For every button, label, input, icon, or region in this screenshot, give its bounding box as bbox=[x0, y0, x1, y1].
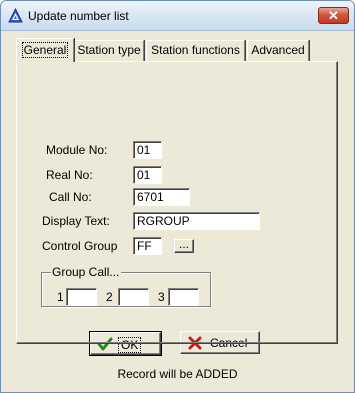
dialog-client: General Station type Station functions A… bbox=[4, 31, 351, 389]
close-icon: ✕ bbox=[328, 8, 339, 23]
group-call-legend: Group Call... bbox=[51, 265, 122, 279]
group-call-3-label: 3 bbox=[158, 290, 165, 304]
window-title: Update number list bbox=[28, 9, 129, 23]
tab-station-functions[interactable]: Station functions bbox=[146, 40, 245, 61]
call-no-field[interactable]: 6701 bbox=[133, 188, 190, 206]
control-group-browse-button[interactable]: ... bbox=[174, 238, 194, 253]
close-button[interactable]: ✕ bbox=[318, 7, 349, 24]
title-bar[interactable]: Update number list ✕ bbox=[1, 1, 354, 31]
group-call-3-field[interactable] bbox=[168, 288, 199, 306]
display-text-field[interactable]: RGROUP bbox=[133, 212, 260, 230]
app-triangle-icon bbox=[8, 8, 23, 23]
tab-station-type[interactable]: Station type bbox=[74, 40, 144, 61]
display-text-label: Display Text: bbox=[42, 214, 110, 228]
tab-advanced[interactable]: Advanced bbox=[247, 40, 309, 61]
real-no-label: Real No: bbox=[46, 168, 93, 182]
module-no-field[interactable]: 01 bbox=[133, 141, 162, 159]
tab-label: General bbox=[21, 42, 69, 58]
group-call-1-label: 1 bbox=[57, 290, 64, 304]
status-text: Record will be ADDED bbox=[117, 367, 238, 381]
group-call-2-label: 2 bbox=[106, 290, 113, 304]
group-call-2-field[interactable] bbox=[118, 288, 149, 306]
dialog-window: Update number list ✕ General Station typ… bbox=[0, 0, 355, 393]
real-no-field[interactable]: 01 bbox=[133, 166, 162, 184]
control-group-label: Control Group bbox=[42, 239, 118, 253]
tab-label: Advanced bbox=[251, 43, 305, 57]
group-call-1-field[interactable] bbox=[66, 288, 97, 306]
tab-general[interactable]: General bbox=[16, 38, 74, 62]
module-no-label: Module No: bbox=[46, 143, 108, 157]
general-tab-panel: Module No: 01 Real No: 01 Call No: 6701 … bbox=[16, 61, 338, 344]
control-group-field[interactable]: FF bbox=[133, 237, 162, 255]
tab-label: Station type bbox=[77, 43, 141, 57]
call-no-label: Call No: bbox=[49, 190, 92, 204]
tab-label: Station functions bbox=[151, 43, 240, 57]
